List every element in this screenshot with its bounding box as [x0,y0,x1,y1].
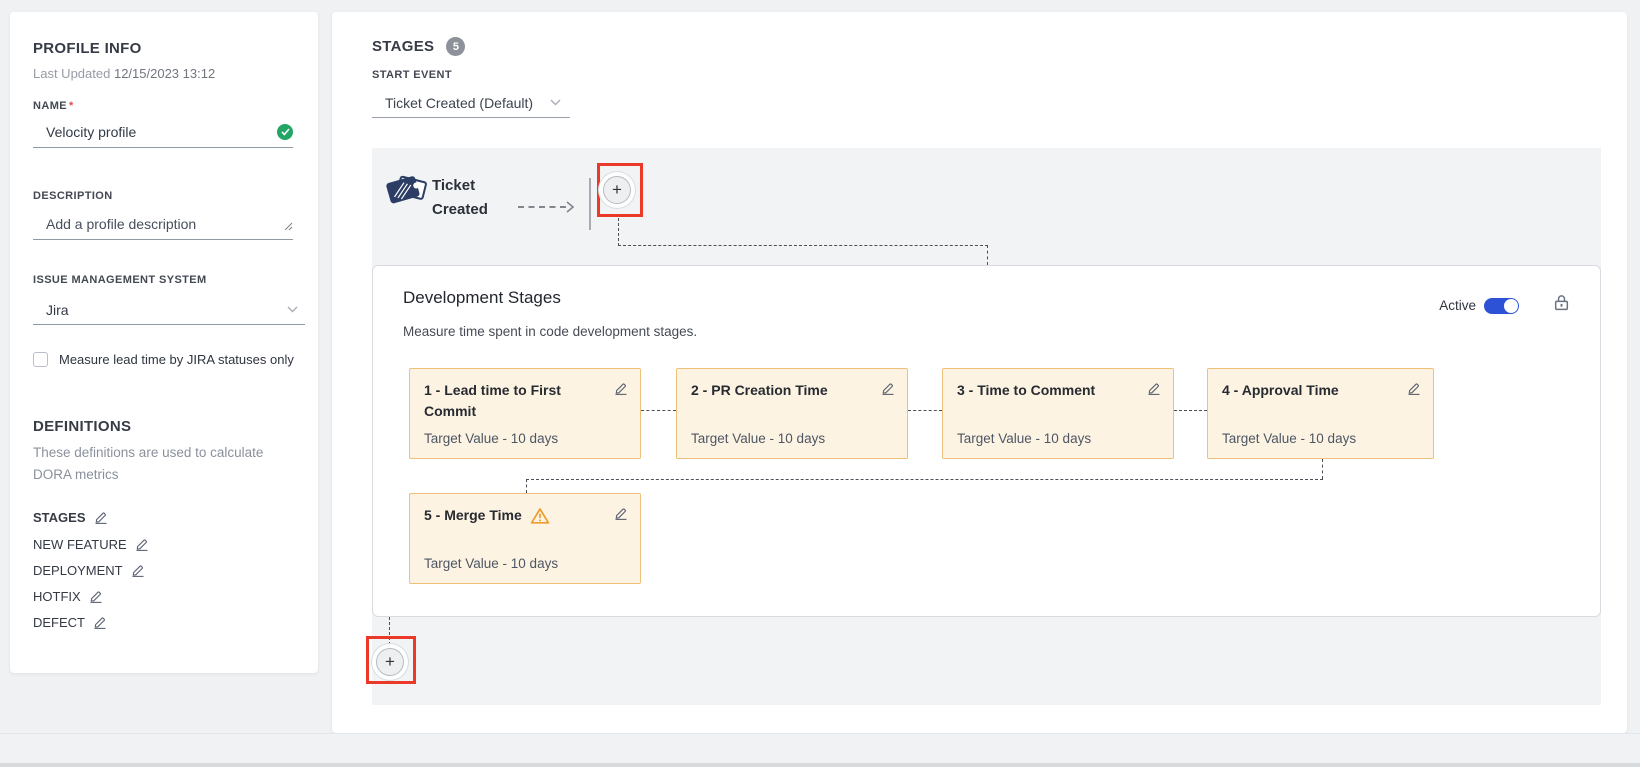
start-event-value: Ticket Created (Default) [385,95,533,111]
last-updated-label: Last Updated [33,66,110,81]
profile-info-title: PROFILE INFO [33,40,142,57]
edit-icon[interactable] [1407,382,1421,395]
ticket-icon [384,164,428,217]
jira-statuses-checkbox-row: Measure lead time by JIRA statuses only [33,352,294,367]
name-field-row [33,116,293,148]
definitions-subtitle: These definitions are used to calculate … [33,442,285,486]
ticket-created-node[interactable]: Ticket Created [432,174,488,222]
connector-line [618,245,988,246]
stages-title: STAGES [372,38,434,55]
edit-icon[interactable] [94,511,108,524]
edit-icon[interactable] [89,590,103,603]
name-label: NAME* [33,100,74,112]
edit-icon[interactable] [93,616,107,629]
warning-icon [530,507,550,530]
definition-item-hotfix: HOTFIX [33,583,103,609]
stage-card-4: 4 - Approval Time Target Value - 10 days [1207,368,1434,459]
edit-icon[interactable] [614,507,628,520]
connector-line [618,218,619,246]
add-stage-button-top[interactable]: + [603,176,631,204]
edit-icon[interactable] [614,382,628,395]
description-field-row [33,208,293,240]
stages-count-badge: 5 [446,37,465,56]
add-stage-button-bottom[interactable]: + [376,648,404,676]
jira-statuses-checkbox[interactable] [33,352,48,367]
stage-target: Target Value - 10 days [691,431,825,446]
dev-stages-title: Development Stages [403,288,561,308]
stage-card-5: 5 - Merge Time Target Value - 10 days [409,493,641,584]
description-input[interactable] [33,216,293,232]
connector-arrow [518,206,566,208]
insert-indicator-line [589,178,591,230]
connector-line [1322,459,1323,479]
connector-line [526,479,527,493]
stage-card-3: 3 - Time to Comment Target Value - 10 da… [942,368,1174,459]
stage-target: Target Value - 10 days [424,431,558,446]
connector-line [526,479,1323,480]
chevron-down-icon [287,306,297,316]
stage-target: Target Value - 10 days [957,431,1091,446]
edit-icon[interactable] [1147,382,1161,395]
arrowhead-icon [566,200,574,218]
last-updated: Last Updated 12/15/2023 13:12 [33,66,215,81]
stage-title: 5 - Merge Time [424,505,522,526]
stage-target: Target Value - 10 days [424,556,558,571]
ims-label: ISSUE MANAGEMENT SYSTEM [33,274,207,286]
definition-item-defect: DEFECT [33,609,107,635]
stage-target: Target Value - 10 days [1222,431,1356,446]
page: PROFILE INFO Last Updated 12/15/2023 13:… [0,0,1640,767]
edit-icon[interactable] [881,382,895,395]
stage-title: 1 - Lead time to First Commit [424,380,606,422]
connector-line [641,410,676,411]
definition-item-stages: STAGES [33,504,108,530]
page-bottom-edge [0,763,1640,767]
toggle-knob [1504,299,1518,313]
connector-line [1174,410,1207,411]
stage-title: 2 - PR Creation Time [691,380,828,401]
stage-title: 3 - Time to Comment [957,380,1095,401]
name-input[interactable] [33,124,277,140]
connector-line [908,410,942,411]
workflow-canvas: Ticket Created + Development Stages Meas… [372,148,1601,705]
edit-icon[interactable] [131,564,145,577]
ims-value: Jira [33,302,69,318]
development-stages-card: Development Stages Measure time spent in… [372,265,1601,617]
description-label: DESCRIPTION [33,190,113,202]
stage-title: 4 - Approval Time [1222,380,1339,401]
lock-icon[interactable] [1553,294,1570,317]
required-asterisk: * [69,100,74,112]
definition-item-new-feature: NEW FEATURE [33,531,149,557]
resize-handle-icon[interactable] [284,218,293,236]
active-toggle[interactable] [1484,298,1519,314]
stage-card-2: 2 - PR Creation Time Target Value - 10 d… [676,368,908,459]
active-label: Active [1439,298,1476,313]
jira-statuses-label: Measure lead time by JIRA statuses only [59,352,294,367]
definition-item-deployment: DEPLOYMENT [33,557,145,583]
profile-info-panel: PROFILE INFO Last Updated 12/15/2023 13:… [10,12,318,673]
dev-stages-controls: Active [1439,294,1570,317]
start-event-select[interactable]: Ticket Created (Default) [372,89,570,118]
edit-icon[interactable] [135,538,149,551]
stages-header: STAGES 5 [372,37,465,56]
dev-stages-subtitle: Measure time spent in code development s… [403,324,697,339]
connector-line [987,245,988,265]
last-updated-value: 12/15/2023 13:12 [114,66,215,81]
stage-card-1: 1 - Lead time to First Commit Target Val… [409,368,641,459]
chevron-down-icon [550,99,560,109]
start-event-label: START EVENT [372,69,452,81]
definitions-title: DEFINITIONS [33,418,131,435]
ims-select[interactable]: Jira [33,296,305,325]
stages-panel: STAGES 5 START EVENT Ticket Created (Def… [332,12,1627,733]
valid-check-icon [277,124,293,140]
